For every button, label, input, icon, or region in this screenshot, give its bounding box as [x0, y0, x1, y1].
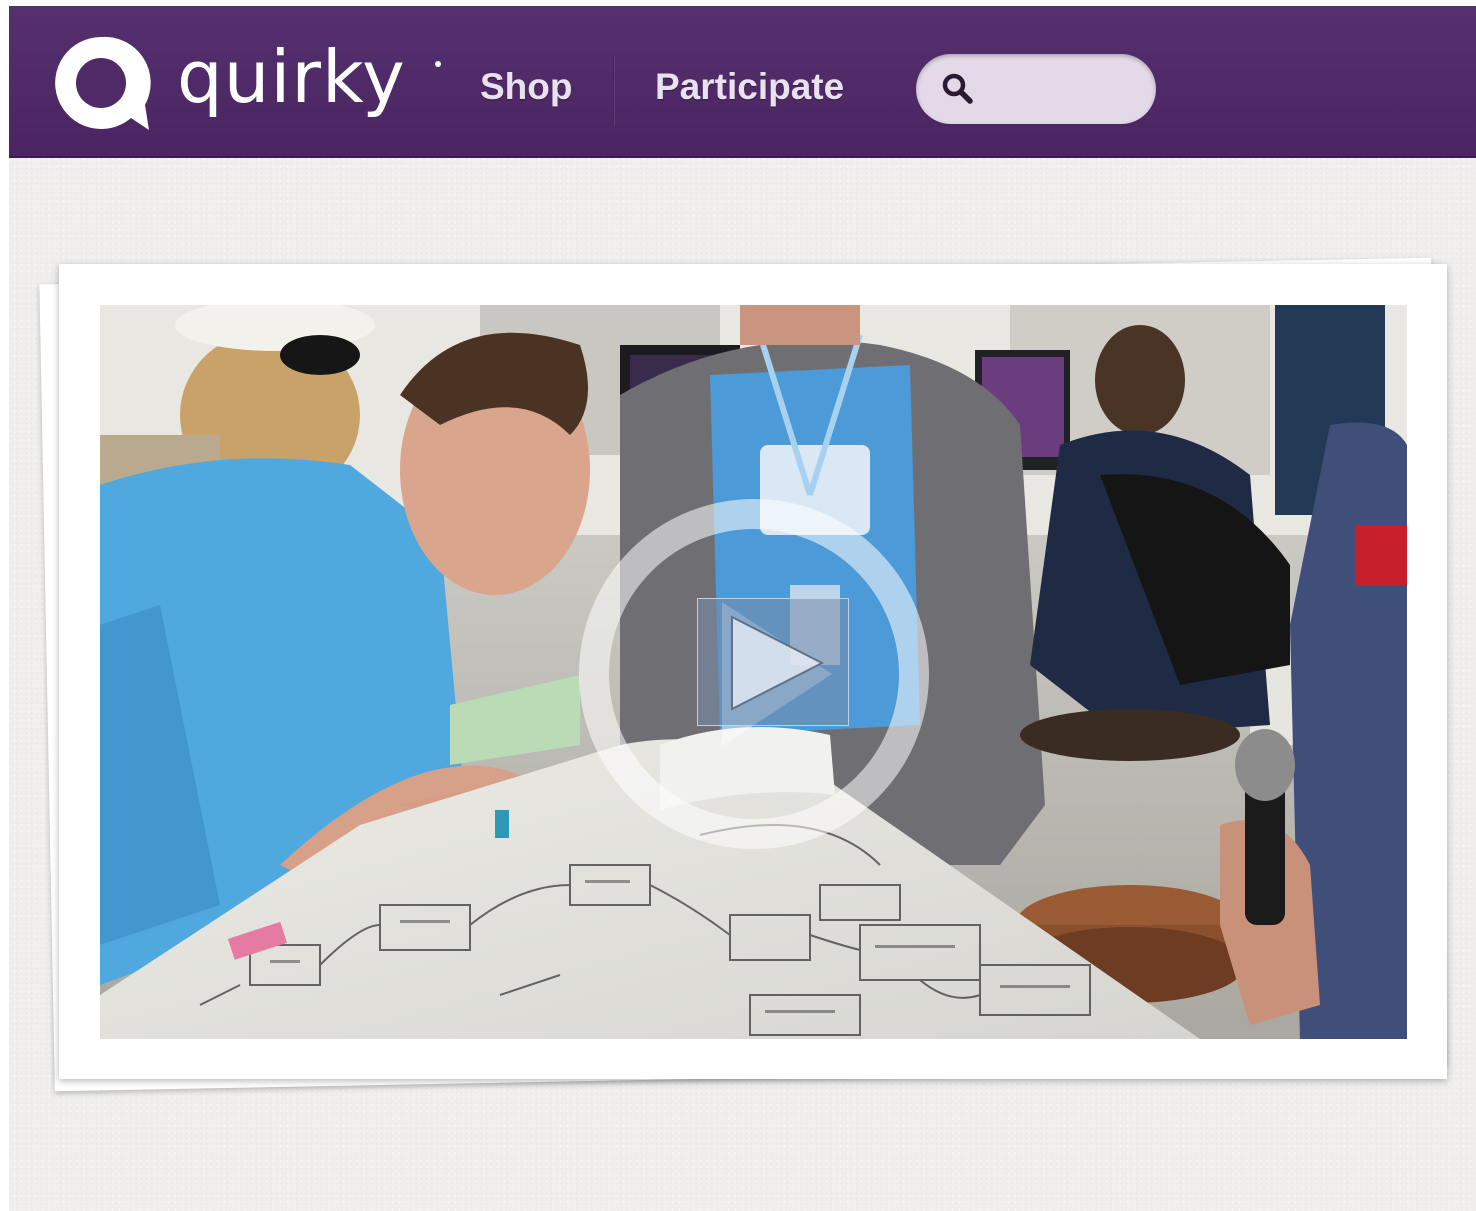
nav-participate-link[interactable]: Participate	[655, 66, 844, 108]
nav-shop-link[interactable]: Shop	[480, 66, 572, 108]
play-button[interactable]	[697, 598, 849, 726]
site-header: quirky Shop Participate	[9, 6, 1476, 158]
nav-divider	[613, 56, 615, 126]
quirky-q-logo-icon	[55, 36, 151, 131]
video-player[interactable]	[100, 305, 1407, 1039]
logo-wordmark: quirky	[177, 35, 406, 119]
page: quirky Shop Participate	[9, 6, 1476, 1211]
search-input[interactable]	[984, 68, 1138, 110]
registered-mark	[435, 61, 441, 67]
play-icon	[731, 615, 825, 711]
quirky-logo[interactable]: quirky	[49, 31, 449, 131]
search-box[interactable]	[916, 54, 1156, 124]
search-icon[interactable]	[940, 71, 976, 107]
